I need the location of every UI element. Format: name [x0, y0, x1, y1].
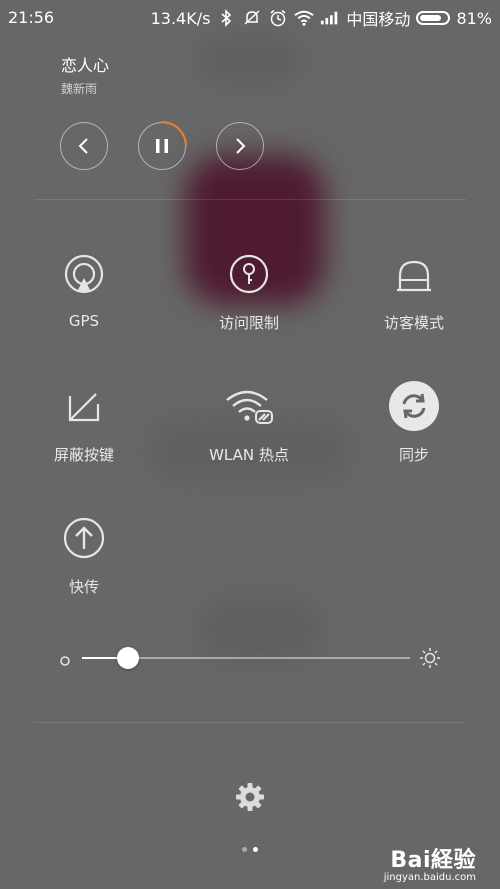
music-artist: 魏新雨: [61, 82, 98, 96]
tile-quick-transfer[interactable]: 快传: [14, 512, 154, 597]
upload-icon: [58, 512, 110, 564]
music-progress-arc: [161, 121, 187, 147]
pause-button[interactable]: [138, 121, 187, 170]
tile-wlan-hotspot[interactable]: WLAN 热点: [179, 380, 319, 465]
bluetooth-icon: [216, 8, 236, 28]
gps-icon: [58, 248, 110, 300]
mute-icon: [242, 8, 262, 28]
tile-sync[interactable]: 同步: [344, 380, 484, 465]
tile-label: GPS: [68, 312, 100, 330]
brightness-high-icon: [419, 647, 441, 673]
wifi-icon: [294, 8, 315, 28]
page-indicator-dot-active: [253, 847, 258, 852]
next-icon: [236, 138, 246, 154]
alarm-icon: [268, 8, 288, 28]
brightness-low-icon: [59, 652, 71, 671]
key-icon: [223, 248, 275, 300]
status-time: 21:56: [8, 8, 55, 27]
battery-percent: 81%: [456, 8, 492, 28]
music-title: 恋人心: [61, 56, 110, 75]
hotspot-icon: [223, 380, 275, 432]
battery-level: [420, 15, 442, 21]
tile-guest-mode[interactable]: 访客模式: [344, 248, 484, 333]
key-block-icon: [58, 380, 110, 432]
tile-label: 屏蔽按键: [53, 446, 114, 464]
tile-label: 同步: [398, 446, 429, 464]
watermark-url: jingyan.baidu.com: [383, 872, 476, 883]
gear-icon[interactable]: [235, 782, 265, 816]
tile-access-restriction[interactable]: 访问限制: [179, 248, 319, 333]
tile-label: WLAN 热点: [209, 446, 289, 464]
carrier-name: 中国移动: [346, 10, 411, 29]
status-right: 13.4K/s 中国移动 81%: [151, 6, 492, 30]
background-blur: [200, 40, 300, 80]
tile-block-keys[interactable]: 屏蔽按键: [14, 380, 154, 465]
page-indicator-dot: [242, 847, 247, 852]
previous-icon: [78, 138, 88, 154]
tile-label: 访问限制: [218, 314, 279, 332]
background-blur: [200, 600, 320, 660]
network-speed: 13.4K/s: [150, 8, 211, 28]
next-button[interactable]: [216, 122, 264, 170]
bell-icon: [388, 248, 440, 300]
divider: [34, 722, 466, 723]
sync-icon: [388, 380, 440, 432]
status-bar: 21:56 13.4K/s 中国移动 81%: [0, 0, 500, 36]
tile-label: 访客模式: [383, 314, 444, 332]
signal-icon: [320, 8, 340, 28]
watermark-brand: Bai経验: [390, 848, 476, 873]
brightness-thumb[interactable]: [117, 647, 139, 669]
battery-icon: [416, 11, 451, 25]
tile-label: 快传: [68, 578, 99, 596]
tile-gps[interactable]: GPS: [14, 248, 154, 330]
watermark: Bai経验 jingyan.baidu.com: [384, 842, 476, 883]
divider: [34, 199, 466, 200]
previous-button[interactable]: [60, 122, 108, 170]
